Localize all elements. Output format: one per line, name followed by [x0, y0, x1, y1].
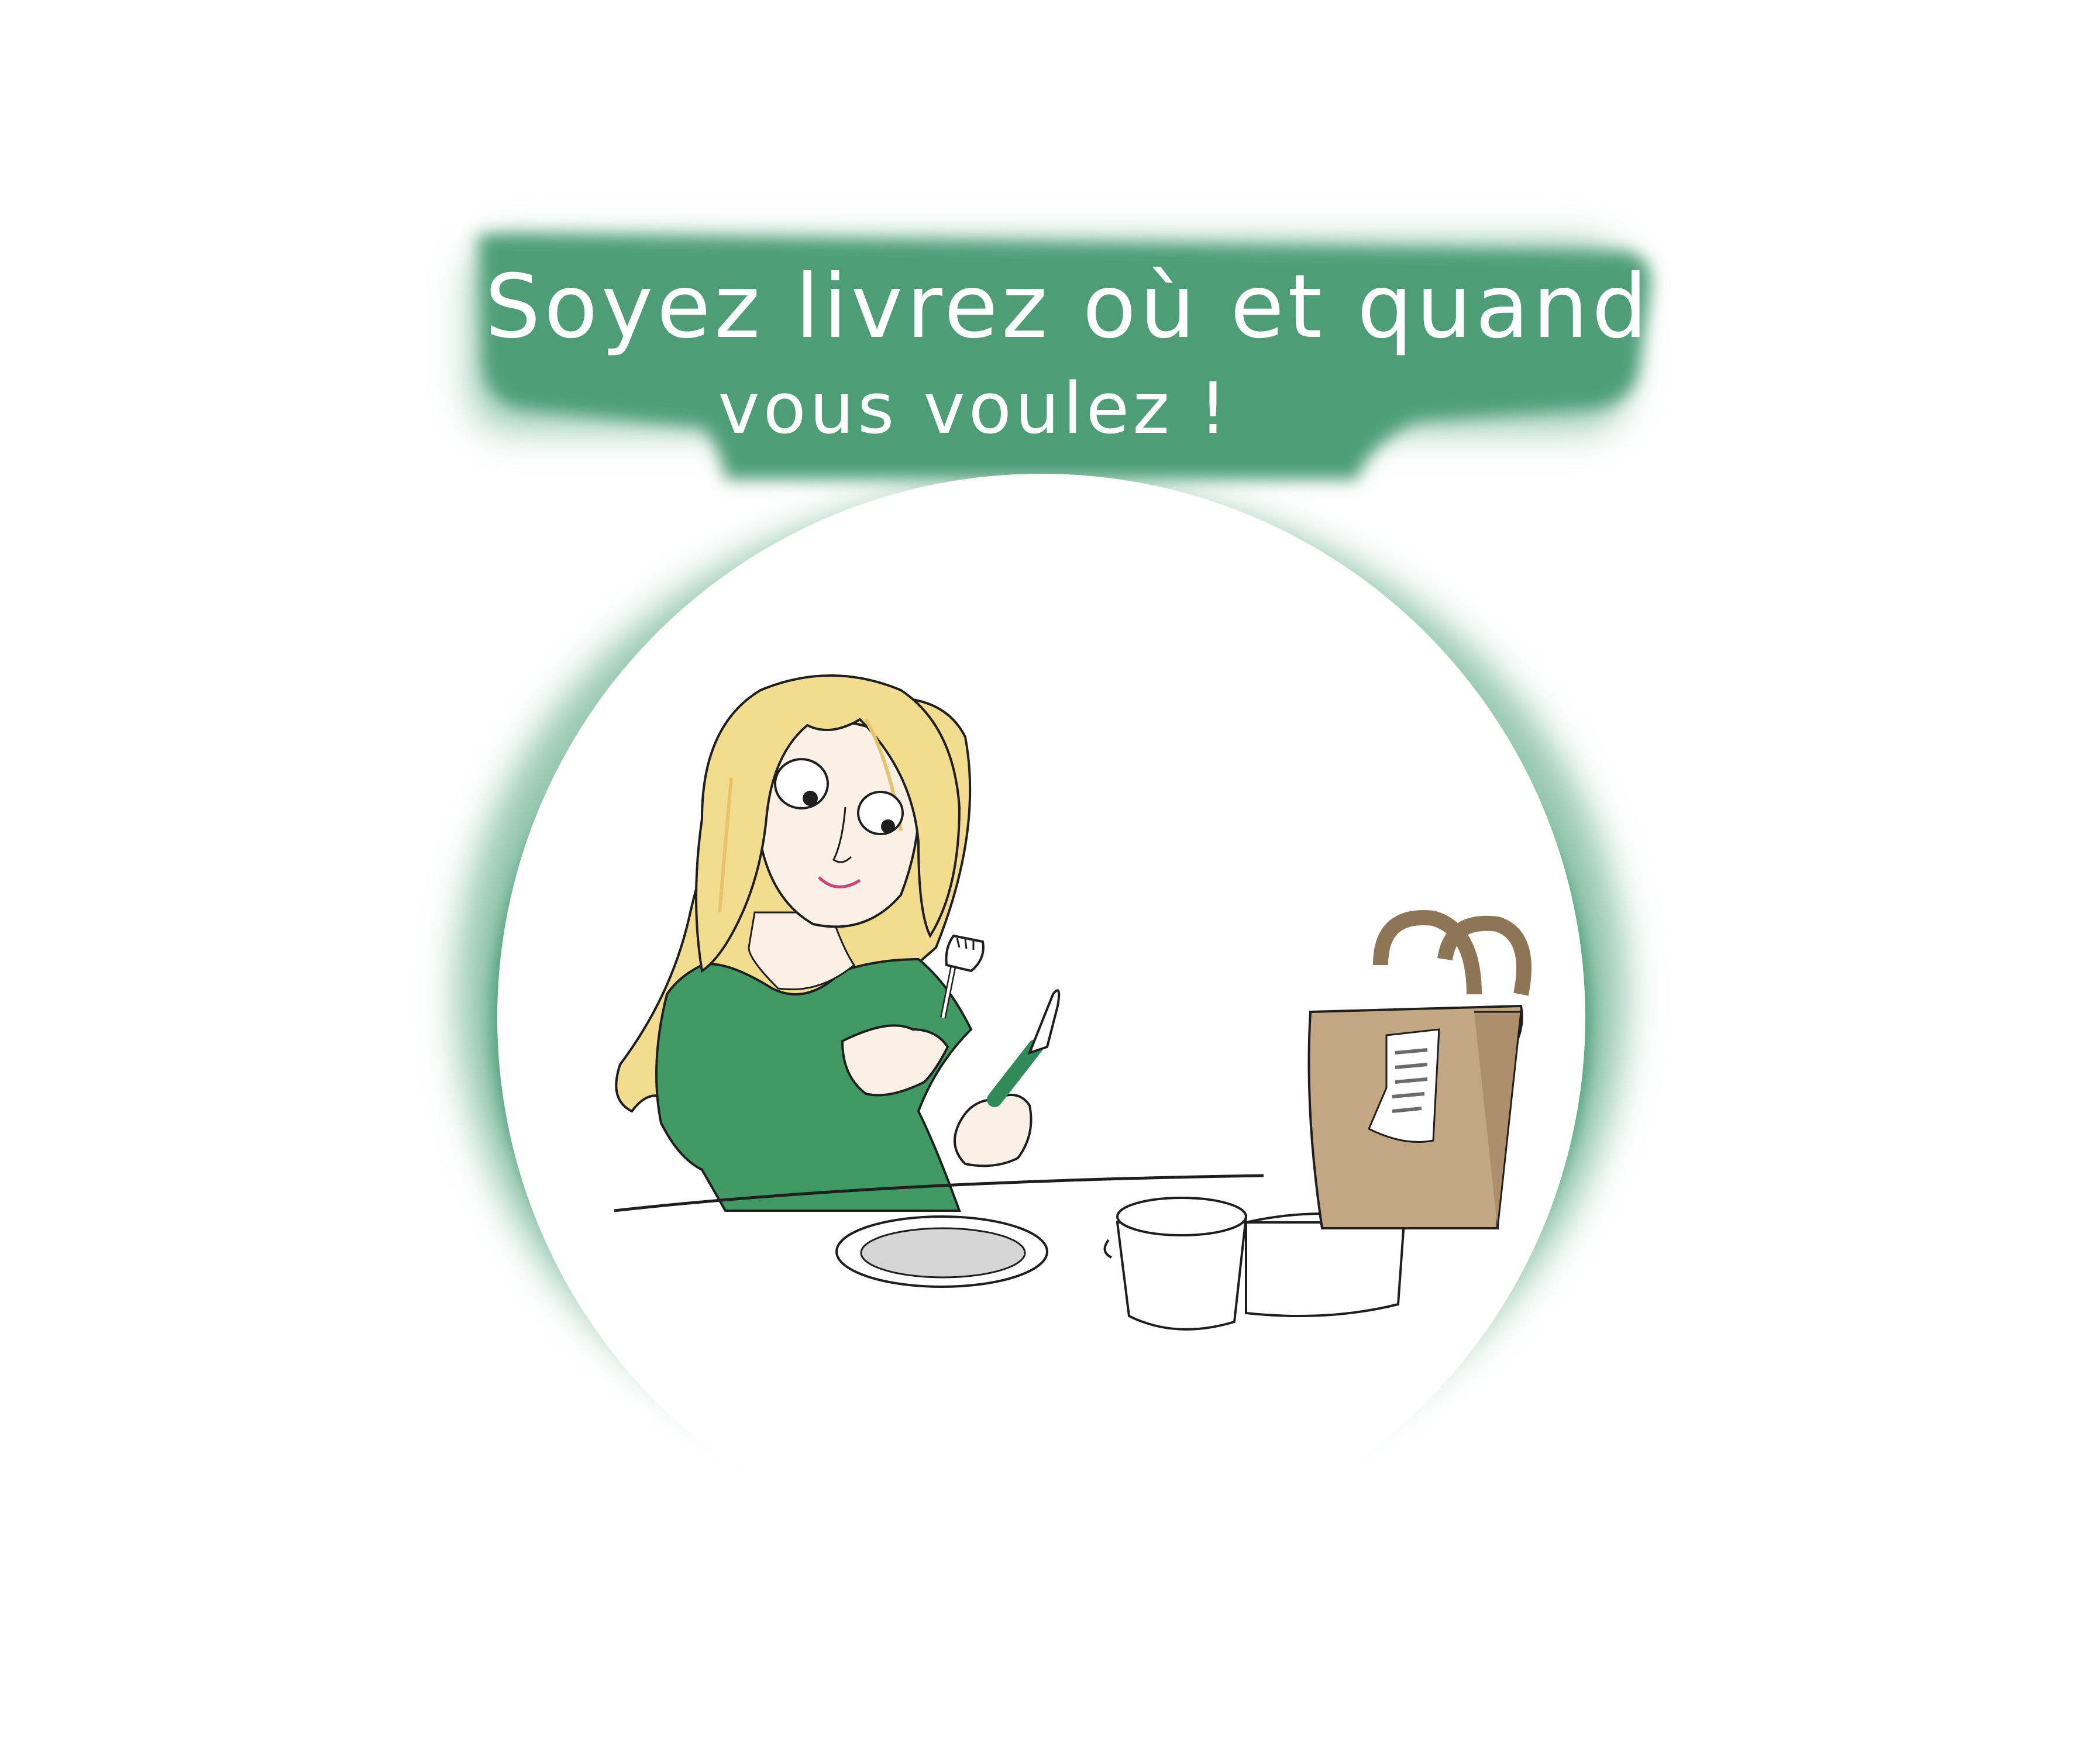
banner-line-1: Soyez livrez où et quand [484, 256, 1651, 358]
shirt [655, 957, 973, 1212]
banner-line-2: vous voulez ! [718, 368, 1231, 450]
right-eye [857, 791, 904, 835]
left-eye [774, 758, 829, 809]
plate-icon [835, 1215, 1048, 1288]
